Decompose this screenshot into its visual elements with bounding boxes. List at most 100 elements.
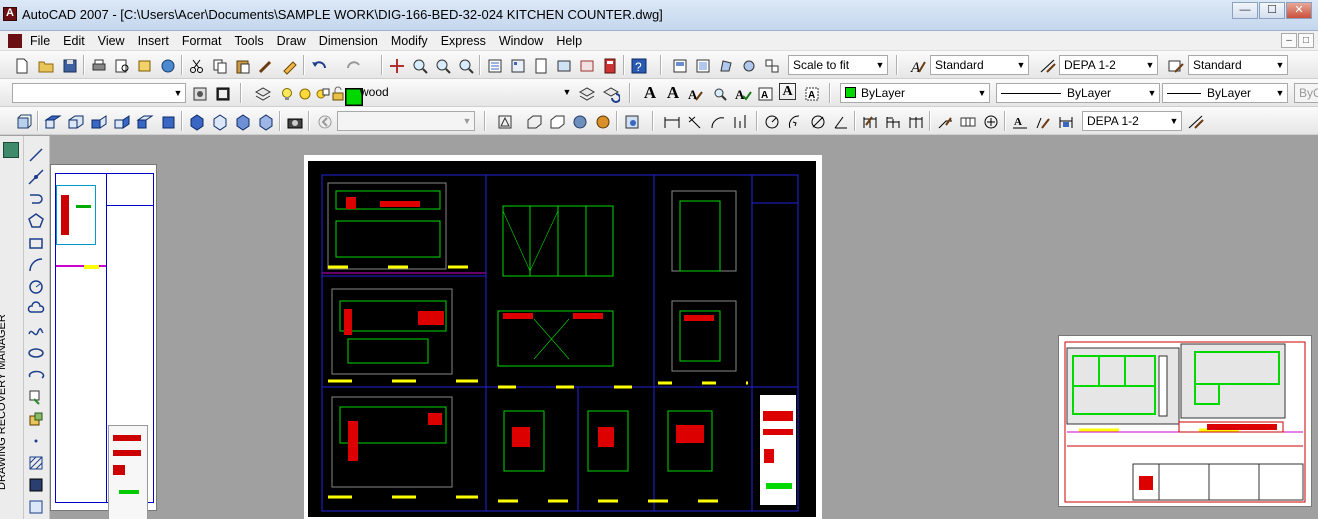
layer-previous-icon[interactable] xyxy=(601,84,620,103)
nw-isometric-icon[interactable] xyxy=(256,112,274,131)
construction-line-icon[interactable] xyxy=(27,168,47,188)
paste-icon[interactable] xyxy=(233,56,251,74)
layer-color-swatch[interactable] xyxy=(344,87,363,106)
autocad-app-icon[interactable] xyxy=(3,7,17,21)
dimension-edit-icon[interactable]: A xyxy=(1010,112,1028,130)
insert-block-icon[interactable] xyxy=(27,388,47,408)
model-space-canvas[interactable] xyxy=(50,136,1318,519)
3d-wireframe-icon[interactable] xyxy=(524,112,542,130)
maximize-button[interactable]: ☐ xyxy=(1259,2,1285,19)
plot-preview-icon[interactable] xyxy=(112,56,130,74)
ne-isometric-icon[interactable] xyxy=(233,112,251,131)
cut-icon[interactable] xyxy=(187,56,205,74)
angular-dimension-icon[interactable] xyxy=(831,112,849,130)
linetype-control-dropdown[interactable]: ByLayer ▼ xyxy=(996,83,1160,103)
menu-tools[interactable]: Tools xyxy=(234,34,263,48)
layer-dropdown[interactable]: wood ▼ xyxy=(356,83,574,103)
ellipse-icon[interactable] xyxy=(27,344,47,364)
text-style-icon[interactable]: A xyxy=(908,56,926,75)
redo-icon[interactable] xyxy=(344,56,362,74)
open-folder-icon[interactable] xyxy=(36,56,54,74)
minimize-button[interactable]: — xyxy=(1232,2,1258,19)
jogged-dimension-icon[interactable] xyxy=(785,112,803,130)
menu-express[interactable]: Express xyxy=(441,34,486,48)
table-style-dropdown[interactable]: Standard ▼ xyxy=(1188,55,1288,75)
ordinate-dimension-icon[interactable] xyxy=(731,112,749,130)
publish-icon[interactable] xyxy=(135,56,153,74)
scale-text-icon[interactable]: A xyxy=(779,83,796,100)
table-style-icon[interactable] xyxy=(1166,56,1184,74)
save-icon[interactable] xyxy=(60,56,78,74)
2d-wireframe-icon[interactable] xyxy=(495,112,513,130)
line-icon[interactable] xyxy=(27,146,47,166)
visual-style-manager-icon[interactable] xyxy=(622,112,640,130)
pan-realtime-icon[interactable] xyxy=(387,56,405,74)
front-view-icon[interactable] xyxy=(135,112,154,130)
doc-minimize-button[interactable]: – xyxy=(1281,33,1297,48)
top-view-icon[interactable] xyxy=(43,112,62,130)
center-mark-icon[interactable] xyxy=(981,112,999,130)
region-icon[interactable] xyxy=(27,498,47,518)
3d-dwf-icon[interactable] xyxy=(158,56,176,74)
workspace-save-icon[interactable] xyxy=(213,84,231,102)
text-style-manager-icon[interactable]: A xyxy=(756,84,774,102)
properties-icon[interactable] xyxy=(485,56,503,74)
linear-dimension-icon[interactable] xyxy=(662,112,680,130)
menu-draw[interactable]: Draw xyxy=(277,34,306,48)
gradient-icon[interactable] xyxy=(27,476,47,496)
menu-file[interactable]: File xyxy=(30,34,50,48)
polygon-icon[interactable] xyxy=(27,212,47,232)
menu-format[interactable]: Format xyxy=(182,34,222,48)
recovery-manager-icon[interactable] xyxy=(3,142,19,158)
lineweight-control-dropdown[interactable]: ByLayer ▼ xyxy=(1162,83,1288,103)
convert-viewport-icon[interactable] xyxy=(739,56,757,74)
design-center-icon[interactable] xyxy=(508,56,526,74)
radius-dimension-icon[interactable] xyxy=(762,112,780,130)
tolerance-icon[interactable] xyxy=(958,112,976,130)
diameter-dimension-icon[interactable] xyxy=(808,112,826,130)
menu-insert[interactable]: Insert xyxy=(138,34,169,48)
point-icon[interactable] xyxy=(27,432,47,452)
circle-icon[interactable] xyxy=(27,278,47,298)
viewport-scale-dropdown[interactable]: Scale to fit ▼ xyxy=(788,55,888,75)
layer-properties-icon[interactable] xyxy=(253,84,272,102)
named-views-icon[interactable] xyxy=(670,56,688,74)
plot-icon[interactable] xyxy=(89,56,107,74)
dimension-update-icon[interactable] xyxy=(1056,112,1074,130)
polyline-icon[interactable] xyxy=(27,190,47,210)
doc-restore-button[interactable]: □ xyxy=(1298,33,1314,48)
sw-isometric-icon[interactable] xyxy=(187,112,205,131)
help-icon[interactable]: ? xyxy=(629,56,647,74)
menu-edit[interactable]: Edit xyxy=(63,34,85,48)
plot-style-control-dropdown[interactable]: ByC xyxy=(1294,83,1318,103)
make-layer-current-icon[interactable] xyxy=(577,84,596,102)
bottom-view-icon[interactable] xyxy=(66,112,84,130)
polygonal-viewport-icon[interactable] xyxy=(716,56,734,74)
spline-icon[interactable] xyxy=(27,322,47,342)
single-line-text-icon[interactable]: A xyxy=(664,83,682,103)
close-button[interactable]: ✕ xyxy=(1286,2,1312,19)
dimension-text-edit-icon[interactable] xyxy=(1033,112,1051,130)
find-text-icon[interactable] xyxy=(710,84,728,102)
left-view-icon[interactable] xyxy=(89,112,107,130)
calculator-icon[interactable] xyxy=(600,56,618,74)
menu-help[interactable]: Help xyxy=(556,34,582,48)
rectangle-icon[interactable] xyxy=(27,234,47,254)
quick-leader-icon[interactable] xyxy=(935,112,953,130)
match-properties-icon[interactable] xyxy=(256,56,274,74)
document-icon[interactable] xyxy=(8,34,22,48)
arc-icon[interactable] xyxy=(27,256,47,276)
dimension-style-dropdown[interactable]: DEPA 1-2 ▼ xyxy=(1059,55,1158,75)
aligned-dimension-icon[interactable] xyxy=(685,112,703,130)
menu-modify[interactable]: Modify xyxy=(391,34,428,48)
3d-orbit-view-icon[interactable] xyxy=(14,112,32,130)
menu-view[interactable]: View xyxy=(98,34,125,48)
spell-check-icon[interactable]: A xyxy=(733,84,752,102)
revision-cloud-icon[interactable] xyxy=(27,300,47,320)
3d-hidden-icon[interactable] xyxy=(547,112,565,130)
viewport-icon[interactable] xyxy=(693,56,711,74)
multiline-text-icon[interactable]: A xyxy=(641,83,659,103)
ellipse-arc-icon[interactable] xyxy=(27,366,47,386)
clip-viewport-icon[interactable] xyxy=(762,56,780,74)
sun-freeze-icon[interactable] xyxy=(295,84,313,102)
